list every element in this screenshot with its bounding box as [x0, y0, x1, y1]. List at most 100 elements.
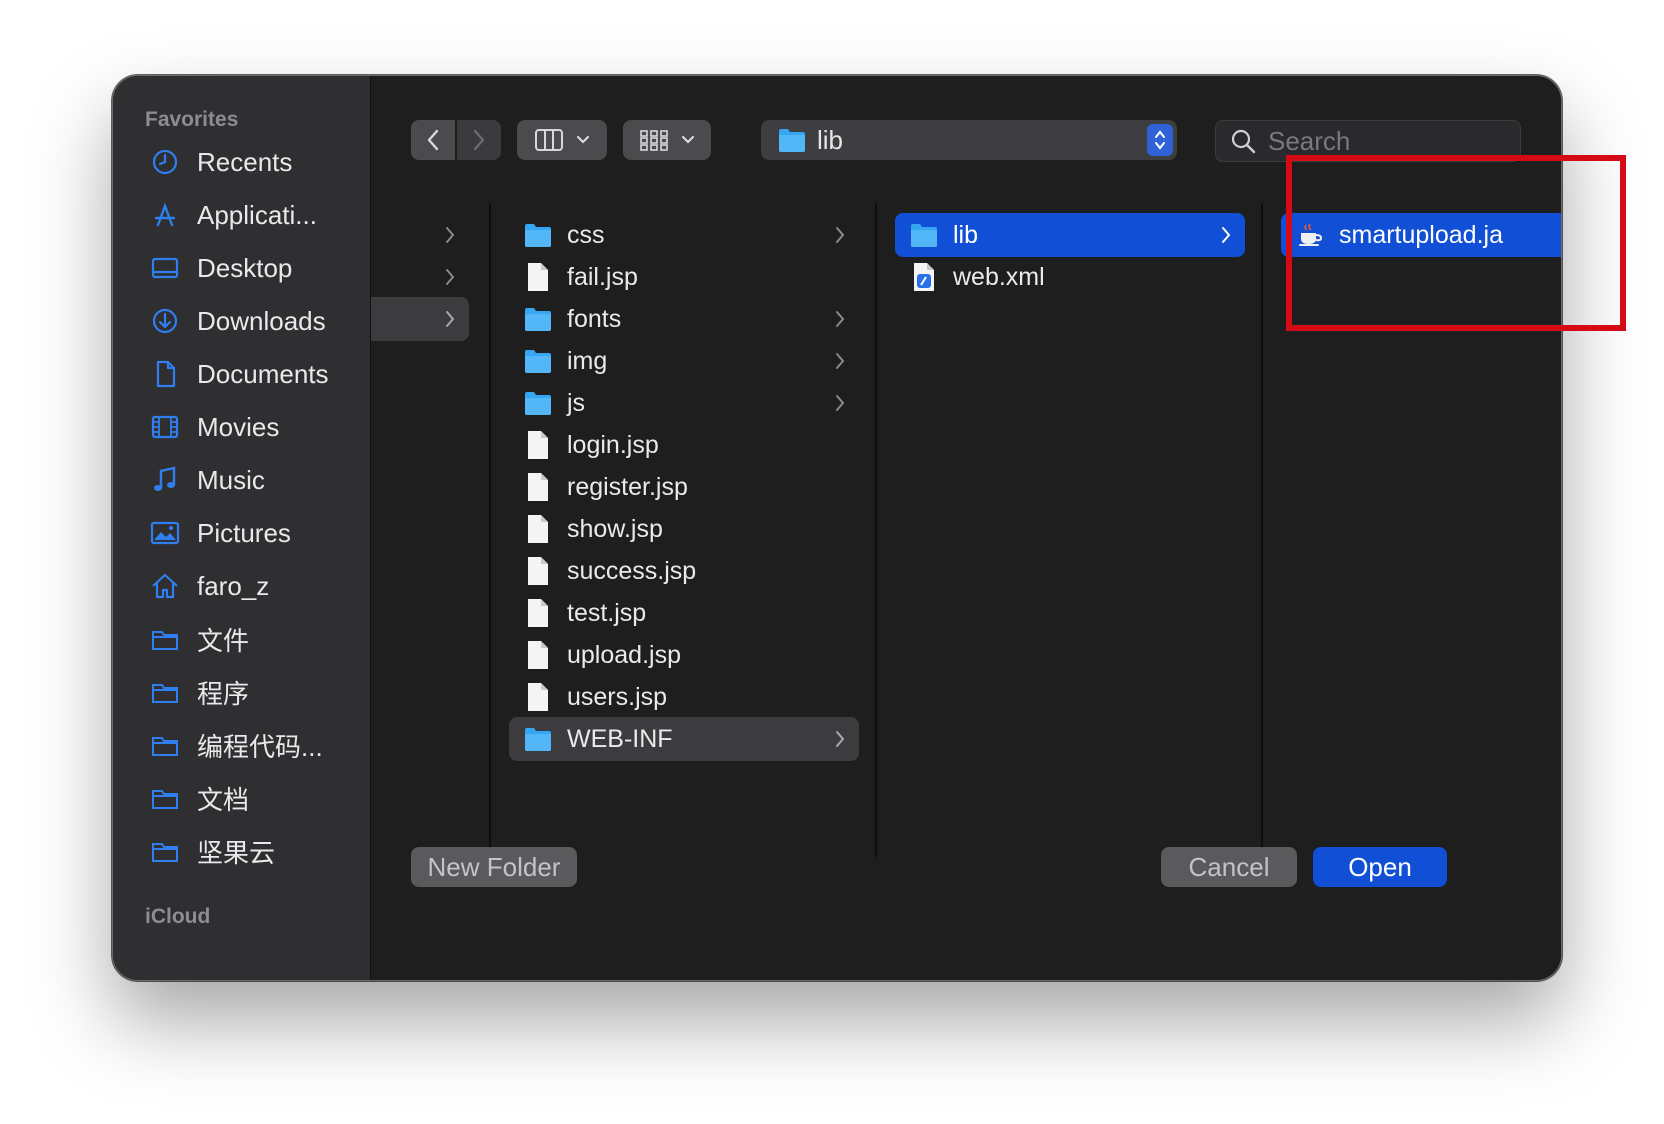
chevron-right-icon	[836, 395, 845, 411]
photo-icon	[149, 517, 181, 549]
music-note-icon	[149, 464, 181, 496]
chevron-down-icon	[576, 135, 590, 144]
list-item-label: upload.jsp	[567, 640, 681, 669]
list-item-label: test.jsp	[567, 598, 647, 627]
sidebar-item-label: Documents	[197, 358, 329, 389]
list-item[interactable]: upload.jsp	[509, 633, 859, 677]
list-item-label: login.jsp	[567, 430, 659, 459]
cancel-button[interactable]: Cancel	[1161, 847, 1297, 887]
list-item[interactable]: fail.jsp	[509, 255, 859, 299]
list-item-label: show.jsp	[567, 514, 663, 543]
sidebar-item-recents[interactable]: Recents	[149, 140, 359, 184]
applications-icon	[149, 199, 181, 231]
location-label: lib	[817, 124, 844, 155]
column-divider	[489, 203, 491, 857]
group-by-button[interactable]	[623, 120, 711, 160]
sidebar-item-folder-2[interactable]: 程序	[149, 670, 359, 714]
sidebar-item-folder-3[interactable]: 编程代码...	[149, 723, 359, 767]
list-item[interactable]	[371, 213, 469, 257]
list-item[interactable]: fonts	[509, 297, 859, 341]
list-item[interactable]: lib	[895, 213, 1245, 257]
sidebar-item-home[interactable]: faro_z	[149, 564, 359, 608]
list-item-label: success.jsp	[567, 556, 697, 585]
browser-column-1	[371, 203, 477, 857]
list-item[interactable]: register.jsp	[509, 465, 859, 509]
new-folder-button[interactable]: New Folder	[411, 847, 577, 887]
search-icon	[1231, 129, 1256, 154]
folder-icon	[523, 346, 553, 376]
grid-icon	[640, 130, 668, 151]
sidebar-item-desktop[interactable]: Desktop	[149, 246, 359, 290]
folder-icon	[523, 388, 553, 418]
chevron-left-icon	[427, 129, 439, 151]
sidebar-item-folder-5[interactable]: 坚果云	[149, 829, 359, 873]
folder-icon	[149, 729, 181, 761]
film-icon	[149, 411, 181, 443]
sidebar-item-label: Applicati...	[197, 199, 317, 230]
list-item-label: lib	[953, 220, 979, 249]
list-item[interactable]	[371, 297, 469, 341]
list-item[interactable]: js	[509, 381, 859, 425]
document-icon	[523, 262, 553, 292]
chevron-right-icon	[1222, 227, 1231, 243]
xml-file-icon	[909, 262, 939, 292]
sidebar-item-applications[interactable]: Applicati...	[149, 193, 359, 237]
list-item[interactable]: success.jsp	[509, 549, 859, 593]
location-stepper[interactable]	[1147, 124, 1173, 156]
forward-button[interactable]	[457, 120, 501, 160]
browser-column-3: lib web.xml	[895, 203, 1245, 857]
sidebar-heading-favorites: Favorites	[145, 108, 239, 131]
sidebar-item-pictures[interactable]: Pictures	[149, 511, 359, 555]
folder-icon	[149, 623, 181, 655]
sidebar-item-label: 坚果云	[197, 837, 276, 868]
sidebar-item-folder-1[interactable]: 文件	[149, 617, 359, 661]
sidebar-item-label: faro_z	[197, 570, 270, 601]
list-item-label: img	[567, 346, 608, 375]
column-divider	[1261, 203, 1263, 857]
list-item-label: fonts	[567, 304, 622, 333]
sidebar-item-music[interactable]: Music	[149, 458, 359, 502]
columns-view-icon	[535, 129, 563, 151]
folder-icon	[523, 304, 553, 334]
sidebar-item-label: Pictures	[197, 517, 291, 548]
sidebar-item-downloads[interactable]: Downloads	[149, 299, 359, 343]
list-item-label: fail.jsp	[567, 262, 638, 291]
list-item[interactable]: test.jsp	[509, 591, 859, 635]
view-mode-button[interactable]	[517, 120, 607, 160]
sidebar-item-folder-4[interactable]: 文档	[149, 776, 359, 820]
list-item[interactable]: WEB-INF	[509, 717, 859, 761]
open-button[interactable]: Open	[1313, 847, 1447, 887]
back-button[interactable]	[411, 120, 455, 160]
list-item[interactable]: users.jsp	[509, 675, 859, 719]
list-item[interactable]	[371, 255, 469, 299]
column-divider	[875, 203, 877, 857]
up-down-arrows-icon	[1155, 130, 1165, 150]
sidebar-item-documents[interactable]: Documents	[149, 352, 359, 396]
location-popup[interactable]: lib	[761, 120, 1177, 160]
sidebar-item-label: 程序	[197, 678, 250, 709]
sidebar-item-movies[interactable]: Movies	[149, 405, 359, 449]
sidebar-item-label: 编程代码...	[197, 731, 323, 762]
list-item-label: WEB-INF	[567, 724, 673, 753]
document-icon	[523, 598, 553, 628]
list-item[interactable]: web.xml	[895, 255, 1245, 299]
chevron-right-icon	[836, 353, 845, 369]
chevron-right-icon	[446, 227, 455, 243]
search-placeholder: Search	[1268, 125, 1351, 156]
list-item[interactable]: img	[509, 339, 859, 383]
folder-icon	[523, 724, 553, 754]
folder-icon	[523, 220, 553, 250]
list-item-label: users.jsp	[567, 682, 668, 711]
list-item[interactable]: show.jsp	[509, 507, 859, 551]
folder-icon	[149, 782, 181, 814]
sidebar-item-label: 文件	[197, 625, 250, 656]
downloads-icon	[149, 305, 181, 337]
list-item[interactable]: login.jsp	[509, 423, 859, 467]
chevron-right-icon	[836, 227, 845, 243]
folder-icon	[149, 676, 181, 708]
sidebar-heading-icloud: iCloud	[145, 905, 211, 928]
list-item[interactable]: css	[509, 213, 859, 257]
chevron-right-icon	[446, 269, 455, 285]
sidebar-item-label: Music	[197, 464, 265, 495]
document-icon	[523, 556, 553, 586]
